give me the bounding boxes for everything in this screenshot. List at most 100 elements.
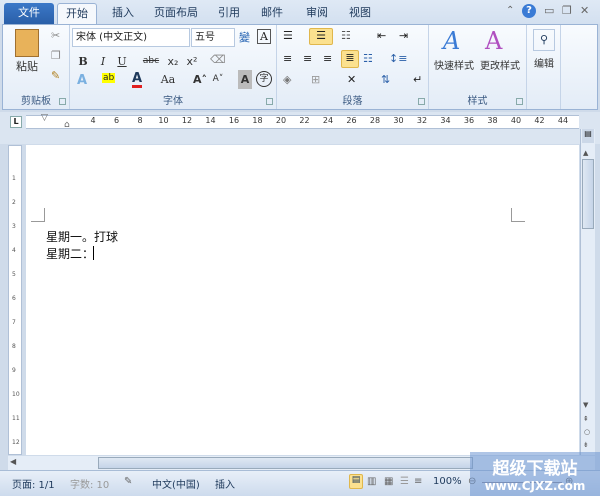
ruler-tick-label: 44 xyxy=(557,116,569,125)
draft-icon[interactable]: ≡ xyxy=(414,476,422,487)
page-count[interactable]: 页面: 1/1 xyxy=(12,476,55,491)
quick-styles-button[interactable]: 快速样式 xyxy=(431,57,477,76)
ruler-tick-label: 4 xyxy=(90,116,96,125)
decrease-indent-icon[interactable]: ⇤ xyxy=(377,29,386,42)
character-shading-button[interactable]: A xyxy=(238,70,252,89)
zoom-slider[interactable] xyxy=(482,482,562,483)
cut-icon[interactable]: ✂ xyxy=(51,29,60,42)
dialog-launcher[interactable] xyxy=(266,98,273,105)
language[interactable]: 中文(中国) xyxy=(152,476,200,491)
sort-icon[interactable]: ⇅ xyxy=(381,73,390,86)
restore-icon[interactable]: ❐ xyxy=(562,4,572,17)
minimize-icon[interactable]: ▭ xyxy=(544,4,554,17)
shrink-font-button[interactable]: A˅ xyxy=(210,70,226,89)
clear-formatting-icon[interactable]: ⌫ xyxy=(210,53,226,66)
character-border-icon[interactable]: A xyxy=(257,29,271,44)
zoom-in-icon[interactable]: ⊕ xyxy=(565,476,573,487)
document-page[interactable]: 星期一。打球 星期二： xyxy=(26,145,579,455)
superscript-button[interactable]: x² xyxy=(184,52,200,71)
group-font: 宋体 (中文正文) 五号 變 A B I U abc x₂ x² ⌫ A ab … xyxy=(70,25,277,109)
proofing-icon[interactable]: ✎ xyxy=(124,476,132,487)
line-spacing-icon[interactable]: ↕≡ xyxy=(389,52,407,65)
scroll-down-icon[interactable]: ▼ xyxy=(583,401,588,409)
document-line[interactable]: 星期一。打球 xyxy=(46,228,118,245)
tab-references[interactable]: 引用 xyxy=(210,3,248,24)
align-center-icon[interactable]: ≡ xyxy=(303,52,312,65)
find-icon[interactable]: ⚲ xyxy=(533,29,555,51)
bullets-icon[interactable]: ☰ xyxy=(283,29,293,42)
next-page-icon[interactable]: ⇟ xyxy=(583,441,589,449)
first-line-indent-marker[interactable]: ▽ xyxy=(41,113,48,123)
dialog-launcher[interactable] xyxy=(418,98,425,105)
scroll-thumb[interactable] xyxy=(98,457,473,469)
horizontal-scrollbar[interactable]: ◀ xyxy=(8,456,595,470)
change-styles-button[interactable]: 更改样式 xyxy=(477,57,523,76)
dialog-launcher[interactable] xyxy=(516,98,523,105)
vertical-scrollbar[interactable]: ▤ ▲ ▼ ⇞ ○ ⇟ xyxy=(580,129,595,455)
bold-button[interactable]: B xyxy=(76,52,90,71)
distributed-icon[interactable]: ☷ xyxy=(363,52,373,65)
align-left-icon[interactable]: ≡ xyxy=(283,52,292,65)
tab-page-layout[interactable]: 页面布局 xyxy=(146,3,206,24)
scroll-up-icon[interactable]: ▲ xyxy=(583,149,588,157)
font-name-combo[interactable]: 宋体 (中文正文) xyxy=(72,28,190,47)
numbering-icon[interactable]: ☰ xyxy=(309,28,333,45)
paste-button[interactable]: 粘贴 xyxy=(9,57,45,76)
scroll-left-icon[interactable]: ◀ xyxy=(10,457,16,466)
group-label: 样式 xyxy=(467,96,488,107)
minimize-ribbon-icon[interactable]: ⌃ xyxy=(506,5,514,16)
previous-page-icon[interactable]: ⇞ xyxy=(583,415,589,423)
ruler-tick-label: 38 xyxy=(487,116,498,125)
ruler-scale[interactable]: 4 6 8 10 12 14 16 18 20 22 24 26 28 30 32 34 36 38 40 42 44 xyxy=(26,115,579,129)
copy-icon[interactable]: ❐ xyxy=(51,49,61,62)
ruler-tick-label: 30 xyxy=(393,116,404,125)
underline-button[interactable]: U xyxy=(115,52,129,71)
tab-view[interactable]: 视图 xyxy=(341,3,379,24)
multilevel-list-icon[interactable]: ☷ xyxy=(341,29,351,42)
tab-home[interactable]: 开始 xyxy=(57,3,97,24)
font-size-combo[interactable]: 五号 xyxy=(191,28,235,47)
change-case-button[interactable]: Aa xyxy=(158,70,178,89)
zoom-level[interactable]: 100% xyxy=(433,476,462,487)
highlight-icon[interactable]: ab xyxy=(102,73,116,83)
browse-object-icon[interactable]: ○ xyxy=(584,428,590,436)
phonetic-guide-icon[interactable]: 變 xyxy=(239,29,250,45)
grow-font-button[interactable]: A˄ xyxy=(192,70,208,89)
chinese-layout-icon[interactable]: ✕ xyxy=(347,73,356,86)
ruler-tick-label: 6 xyxy=(12,295,16,302)
help-icon[interactable]: ? xyxy=(522,4,536,18)
subscript-button[interactable]: x₂ xyxy=(165,52,181,71)
editing-button[interactable]: 编辑 xyxy=(529,55,559,74)
zoom-out-icon[interactable]: ⊖ xyxy=(468,476,476,487)
insert-mode[interactable]: 插入 xyxy=(215,476,235,491)
format-painter-icon[interactable]: ✎ xyxy=(51,69,60,82)
tab-mailings[interactable]: 邮件 xyxy=(253,3,291,24)
shading-icon[interactable]: ◈ xyxy=(283,73,291,86)
align-right-icon[interactable]: ≡ xyxy=(323,52,332,65)
word-count[interactable]: 字数: 10 xyxy=(70,476,109,491)
tab-review[interactable]: 审阅 xyxy=(298,3,336,24)
web-layout-icon[interactable]: ▦ xyxy=(384,476,393,487)
print-layout-icon[interactable]: ▤ xyxy=(349,474,363,489)
tab-selector[interactable]: L xyxy=(10,116,22,128)
font-color-icon[interactable]: A xyxy=(132,72,143,88)
increase-indent-icon[interactable]: ⇥ xyxy=(399,29,408,42)
hanging-indent-marker[interactable]: ⌂ xyxy=(64,120,70,130)
dialog-launcher[interactable] xyxy=(59,98,66,105)
document-line[interactable]: 星期二： xyxy=(46,245,94,262)
outline-icon[interactable]: ☰ xyxy=(400,476,409,487)
paste-icon[interactable] xyxy=(15,29,39,57)
full-screen-reading-icon[interactable]: ▥ xyxy=(367,476,376,487)
text-effects-icon[interactable]: A xyxy=(77,73,87,88)
scroll-thumb[interactable] xyxy=(582,159,594,229)
ruler-toggle-icon[interactable]: ▤ xyxy=(582,129,594,143)
strikethrough-button[interactable]: abc xyxy=(142,52,160,71)
tab-insert[interactable]: 插入 xyxy=(104,3,142,24)
close-icon[interactable]: ✕ xyxy=(580,4,589,17)
italic-button[interactable]: I xyxy=(96,52,110,71)
borders-icon[interactable]: ⊞ xyxy=(311,73,320,86)
tab-file[interactable]: 文件 xyxy=(4,3,54,24)
justify-icon[interactable]: ≣ xyxy=(341,50,359,68)
show-marks-icon[interactable]: ↵ xyxy=(413,73,422,86)
enclose-characters-button[interactable]: 字 xyxy=(256,71,272,87)
